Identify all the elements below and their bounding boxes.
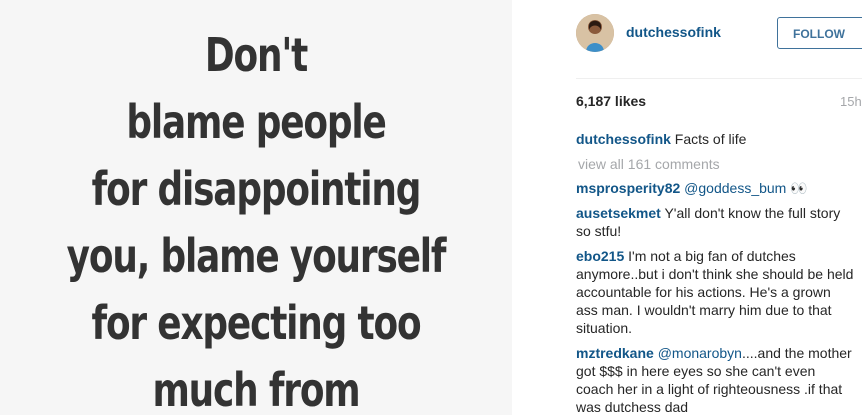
view-all-comments-link[interactable]: view all 161 comments — [578, 155, 856, 173]
follow-button[interactable]: FOLLOW — [777, 17, 862, 49]
comment-item: ausetsekmet Y'all don't know the full st… — [576, 204, 856, 240]
quote-text: Don't blame people for disappointing you… — [0, 22, 512, 415]
comment-username-link[interactable]: msprosperity82 — [576, 180, 680, 196]
post-photo[interactable]: Don't blame people for disappointing you… — [0, 0, 512, 415]
quote-line: for expecting too — [91, 296, 422, 350]
comment-item: mztredkane @monarobyn....and the mother … — [576, 344, 856, 415]
comment-text: 👀 — [786, 180, 808, 196]
comment-username-link[interactable]: ausetsekmet — [576, 205, 661, 221]
comment-item: ebo215 I'm not a big fan of dutches anym… — [576, 247, 856, 337]
profile-username-link[interactable]: dutchessofink — [626, 24, 721, 40]
comment-item: msprosperity82 @goddess_bum 👀 — [576, 179, 856, 197]
caption-username-link[interactable]: dutchessofink — [576, 131, 671, 147]
caption-text: Facts of life — [674, 131, 747, 147]
header-divider — [576, 78, 862, 79]
comment-username-link[interactable]: ebo215 — [576, 248, 624, 264]
post-caption: dutchessofink Facts of life — [576, 130, 856, 148]
comments-list: dutchessofink Facts of life view all 161… — [576, 130, 856, 415]
comment-mention-link[interactable]: @goddess_bum — [684, 180, 786, 196]
post-header: dutchessofink FOLLOW — [512, 0, 862, 68]
comment-username-link[interactable]: mztredkane — [576, 345, 654, 361]
quote-line: for disappointing — [91, 162, 422, 216]
profile-avatar-icon[interactable] — [576, 14, 614, 52]
quote-line: much from — [152, 363, 360, 415]
post-info-panel: dutchessofink FOLLOW 6,187 likes 15h dut… — [512, 0, 862, 415]
comment-mention-link[interactable]: @monarobyn — [658, 345, 742, 361]
likes-count[interactable]: 6,187 likes — [576, 93, 646, 109]
quote-line: blame people — [126, 95, 387, 149]
quote-line: Don't — [204, 28, 308, 82]
quote-line: you, blame yourself — [66, 229, 447, 283]
post-timestamp[interactable]: 15h — [840, 94, 862, 109]
